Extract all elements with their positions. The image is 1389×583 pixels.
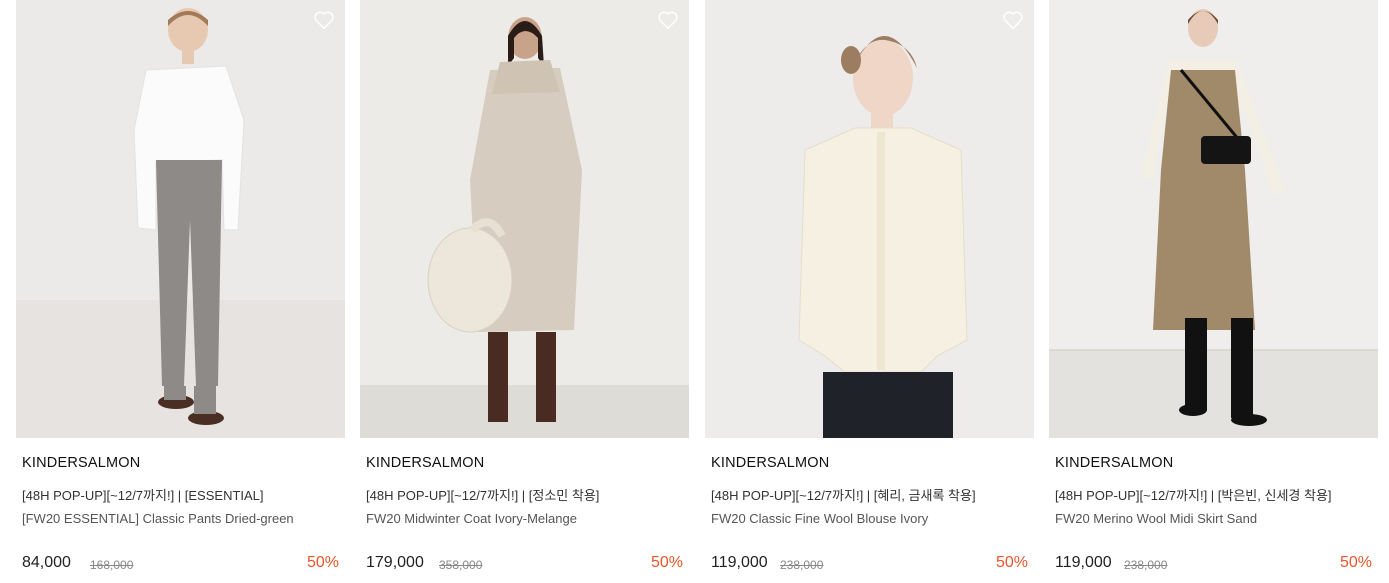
heart-outline-icon[interactable] (657, 10, 679, 30)
discount-rate: 50% (650, 554, 683, 571)
product-image[interactable] (16, 0, 345, 438)
sale-price: 179,000 (366, 554, 424, 571)
promo-text[interactable]: [48H POP-UP][~12/7까지!] | [ESSENTIAL] (22, 485, 264, 504)
brand-name[interactable]: KINDERSALMON (711, 455, 829, 471)
product-image[interactable] (705, 0, 1034, 438)
product-image[interactable] (360, 0, 689, 438)
product-card[interactable]: KINDERSALMON [48H POP-UP][~12/7까지!] | [박… (1049, 0, 1378, 583)
promo-text[interactable]: [48H POP-UP][~12/7까지!] | [혜리, 금새록 착용] (711, 485, 976, 504)
product-card[interactable]: KINDERSALMON [48H POP-UP][~12/7까지!] | [혜… (705, 0, 1034, 583)
original-price: 238,000 (1124, 558, 1168, 572)
original-price: 168,000 (90, 558, 134, 572)
brand-name[interactable]: KINDERSALMON (22, 455, 140, 471)
product-image[interactable] (1049, 0, 1378, 438)
product-card[interactable]: KINDERSALMON [48H POP-UP][~12/7까지!] | [정… (360, 0, 689, 583)
discount-rate: 50% (306, 554, 339, 571)
product-name[interactable]: FW20 Midwinter Coat Ivory-Melange (366, 511, 577, 526)
promo-text[interactable]: [48H POP-UP][~12/7까지!] | [박은빈, 신세경 착용] (1055, 485, 1332, 504)
discount-rate: 50% (1339, 554, 1372, 571)
sale-price: 84,000 (22, 554, 71, 571)
sale-price: 119,000 (711, 554, 768, 571)
original-price: 358,000 (439, 558, 483, 572)
product-card[interactable]: KINDERSALMON [48H POP-UP][~12/7까지!] | [E… (16, 0, 345, 583)
brand-name[interactable]: KINDERSALMON (366, 455, 484, 471)
product-name[interactable]: [FW20 ESSENTIAL] Classic Pants Dried-gre… (22, 511, 294, 526)
heart-outline-icon[interactable] (1002, 10, 1024, 30)
original-price: 238,000 (780, 558, 824, 572)
heart-outline-icon[interactable] (313, 10, 335, 30)
brand-name[interactable]: KINDERSALMON (1055, 455, 1173, 471)
sale-price: 119,000 (1055, 554, 1112, 571)
product-name[interactable]: FW20 Merino Wool Midi Skirt Sand (1055, 511, 1257, 526)
product-name[interactable]: FW20 Classic Fine Wool Blouse Ivory (711, 511, 928, 526)
promo-text[interactable]: [48H POP-UP][~12/7까지!] | [정소민 착용] (366, 485, 599, 504)
discount-rate: 50% (995, 554, 1028, 571)
